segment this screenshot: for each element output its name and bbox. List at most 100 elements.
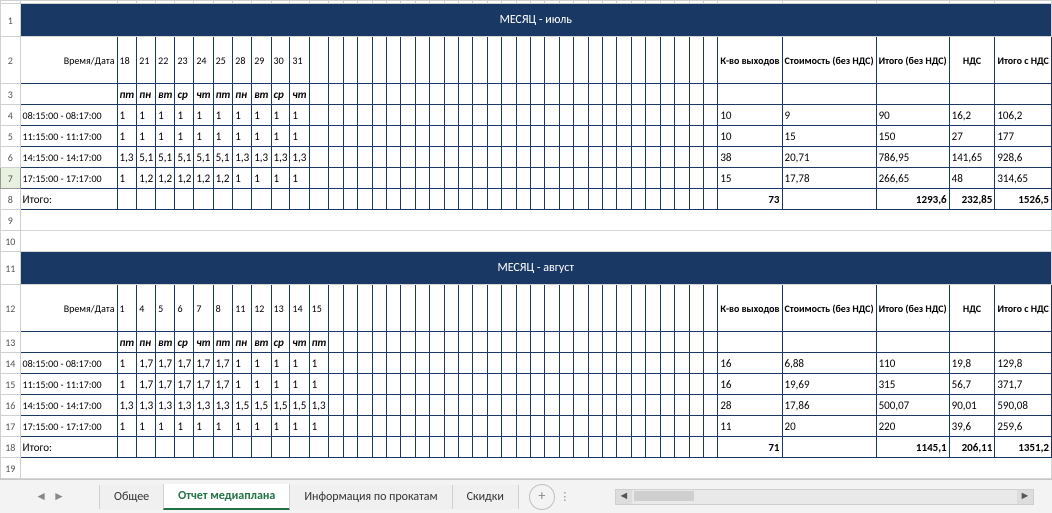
summary-cell[interactable]: 500,07 <box>876 395 949 416</box>
value-cell[interactable]: 1 <box>117 105 137 126</box>
value-cell[interactable]: 1 <box>309 374 329 395</box>
cell[interactable] <box>574 37 588 84</box>
value-cell[interactable]: 1,7 <box>213 353 233 374</box>
cell[interactable] <box>459 416 473 437</box>
summary-cell[interactable]: 9 <box>782 105 876 126</box>
spreadsheet-grid[interactable]: 1МЕСЯЦ - июль2Время/Дата1821222324252829… <box>0 0 1052 479</box>
value-cell[interactable]: 1 <box>117 168 137 189</box>
value-cell[interactable]: 1 <box>175 105 194 126</box>
cell[interactable] <box>646 395 660 416</box>
row-header[interactable]: 4 <box>1 105 21 126</box>
cell[interactable] <box>617 147 631 168</box>
value-cell[interactable]: 1 <box>252 126 271 147</box>
cell[interactable] <box>660 437 674 458</box>
cell[interactable] <box>358 353 372 374</box>
cell[interactable] <box>343 285 357 332</box>
cell[interactable] <box>444 437 458 458</box>
cell[interactable] <box>386 437 400 458</box>
cell[interactable] <box>703 84 717 105</box>
value-cell[interactable]: 1 <box>309 416 329 437</box>
value-cell[interactable]: 1,5 <box>271 395 290 416</box>
cell[interactable] <box>415 168 429 189</box>
cell[interactable] <box>401 374 415 395</box>
value-cell[interactable]: 1 <box>233 416 252 437</box>
value-cell[interactable]: 1 <box>175 126 194 147</box>
cell[interactable] <box>617 416 631 437</box>
cell[interactable] <box>675 189 689 210</box>
cell[interactable] <box>660 332 674 353</box>
tab-menu-icon[interactable]: ⋮ <box>555 490 575 503</box>
cell[interactable] <box>430 285 444 332</box>
value-cell[interactable]: 1,2 <box>194 168 213 189</box>
cell[interactable] <box>545 285 559 332</box>
cell[interactable] <box>473 189 487 210</box>
cell[interactable] <box>588 126 602 147</box>
cell[interactable] <box>117 437 137 458</box>
summary-cell[interactable]: 16 <box>718 374 782 395</box>
cell[interactable] <box>660 37 674 84</box>
scroll-left-icon[interactable]: ◄ <box>616 490 632 504</box>
cell[interactable] <box>631 168 645 189</box>
value-cell[interactable]: 1,3 <box>290 147 309 168</box>
cell[interactable] <box>372 147 386 168</box>
cell[interactable] <box>689 168 703 189</box>
cell[interactable] <box>782 332 876 353</box>
cell[interactable] <box>559 285 573 332</box>
cell[interactable] <box>588 285 602 332</box>
value-cell[interactable]: 1 <box>309 353 329 374</box>
cell[interactable] <box>646 416 660 437</box>
summary-cell[interactable]: 106,2 <box>995 105 1052 126</box>
cell[interactable] <box>545 37 559 84</box>
cell[interactable] <box>516 105 530 126</box>
cell[interactable] <box>689 374 703 395</box>
cell[interactable] <box>309 168 329 189</box>
cell[interactable] <box>531 105 545 126</box>
cell[interactable] <box>502 285 516 332</box>
cell[interactable] <box>588 189 602 210</box>
cell[interactable] <box>444 168 458 189</box>
cell[interactable] <box>329 126 343 147</box>
value-cell[interactable]: 1,3 <box>309 395 329 416</box>
cell[interactable] <box>574 168 588 189</box>
cell[interactable] <box>545 374 559 395</box>
cell[interactable] <box>502 147 516 168</box>
cell[interactable] <box>646 168 660 189</box>
cell[interactable] <box>689 332 703 353</box>
cell[interactable] <box>531 37 545 84</box>
cell[interactable] <box>502 126 516 147</box>
cell[interactable] <box>415 147 429 168</box>
cell[interactable] <box>386 395 400 416</box>
cell[interactable] <box>588 147 602 168</box>
tab-nav-next-icon[interactable]: ► <box>53 489 65 504</box>
cell[interactable] <box>487 353 501 374</box>
row-header[interactable]: 5 <box>1 126 21 147</box>
cell[interactable] <box>703 395 717 416</box>
cell[interactable] <box>358 189 372 210</box>
cell[interactable] <box>386 84 400 105</box>
cell[interactable] <box>430 147 444 168</box>
cell[interactable] <box>444 189 458 210</box>
value-cell[interactable]: 1,3 <box>175 395 194 416</box>
value-cell[interactable]: 1,3 <box>194 395 213 416</box>
row-header[interactable]: 8 <box>1 189 21 210</box>
cell[interactable] <box>358 395 372 416</box>
cell[interactable] <box>329 374 343 395</box>
cell[interactable] <box>689 84 703 105</box>
value-cell[interactable]: 1,7 <box>156 353 175 374</box>
cell[interactable] <box>603 37 617 84</box>
cell[interactable] <box>574 285 588 332</box>
summary-cell[interactable]: 314,65 <box>995 168 1052 189</box>
cell[interactable] <box>531 147 545 168</box>
cell[interactable] <box>233 189 252 210</box>
cell[interactable] <box>430 189 444 210</box>
cell[interactable] <box>617 374 631 395</box>
value-cell[interactable]: 1,7 <box>156 374 175 395</box>
cell[interactable] <box>502 168 516 189</box>
cell[interactable] <box>660 189 674 210</box>
cell[interactable] <box>631 84 645 105</box>
horizontal-scrollbar[interactable]: ◄ ► <box>615 489 1034 505</box>
cell[interactable] <box>531 353 545 374</box>
cell[interactable] <box>343 437 357 458</box>
cell[interactable] <box>574 126 588 147</box>
cell[interactable] <box>415 126 429 147</box>
